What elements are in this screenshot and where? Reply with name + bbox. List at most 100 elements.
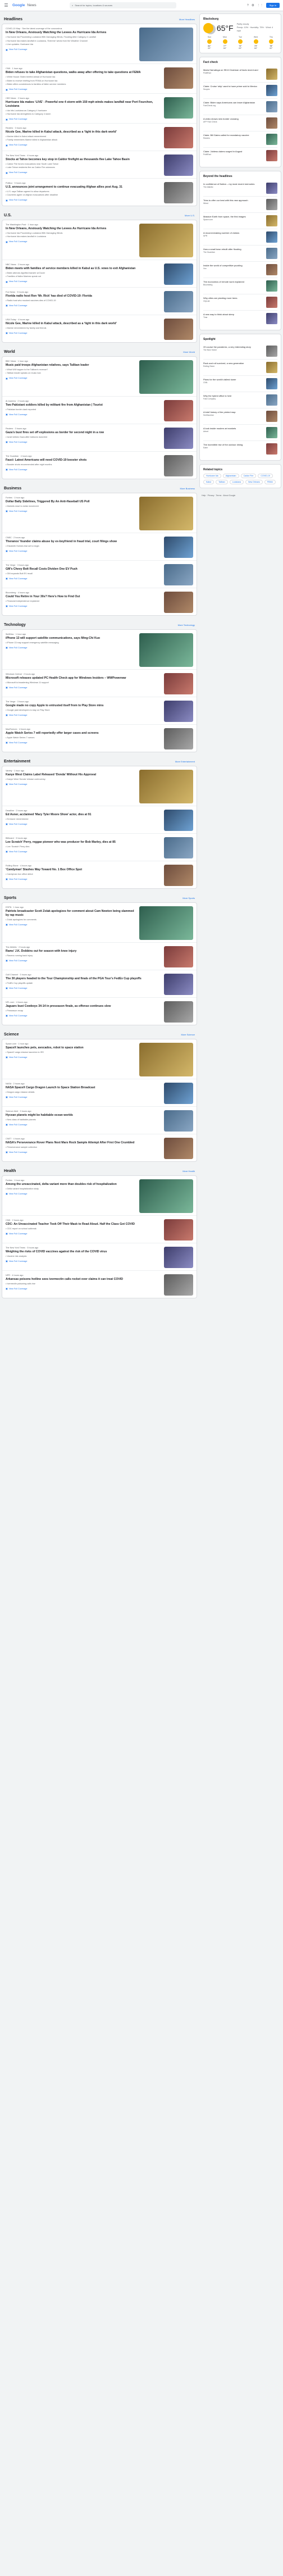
story-image[interactable]: [164, 864, 193, 886]
related-link[interactable]: Ivermectin poisoning calls rise: [6, 1283, 161, 1286]
story-image[interactable]: [164, 455, 193, 476]
story-headline[interactable]: Among the unvaccinated, delta variant mo…: [6, 1183, 136, 1187]
full-coverage-link[interactable]: ▣ View Full Coverage: [6, 88, 161, 91]
story-headline[interactable]: Stocks at Tahoe becomes key stop in Cald…: [6, 158, 161, 162]
tech-title[interactable]: Technology: [4, 623, 26, 627]
fact-check-item[interactable]: Claim: Cruise ‘ship’ used to have prime …: [203, 83, 277, 99]
story-image[interactable]: [164, 290, 193, 312]
full-coverage-link[interactable]: ▣ View Full Coverage: [6, 1260, 161, 1263]
related-link[interactable]: Radio host who mocked vaccines dies of C…: [6, 299, 161, 303]
story-image[interactable]: [139, 1042, 193, 1076]
story-headline[interactable]: Music paid troops Afghanistan relatives,…: [6, 364, 136, 367]
story-image[interactable]: [164, 263, 193, 285]
story-image[interactable]: [139, 769, 193, 803]
story-image[interactable]: [164, 673, 193, 694]
story-source[interactable]: The New York Times · 4 hours ago: [6, 155, 161, 157]
business-title[interactable]: Business: [4, 487, 21, 490]
weather-card[interactable]: Blacksburg 65°F Partly cloudy Precip: 10% ·…: [199, 13, 281, 53]
full-coverage-link[interactable]: ▣ View Full Coverage: [6, 118, 161, 121]
story-headline[interactable]: Hurricane Ida makes ‘LIVE’ - Powerful on…: [6, 101, 161, 108]
related-link[interactable]: Candyman box office debut: [6, 873, 161, 876]
story-image[interactable]: [164, 67, 193, 89]
story-image[interactable]: [164, 1219, 193, 1241]
story-source[interactable]: NFL.com · 4 hours ago: [6, 1001, 161, 1003]
full-coverage-link[interactable]: ▣ View Full Coverage: [6, 1096, 161, 1099]
story-image[interactable]: [164, 728, 193, 749]
story-image[interactable]: [164, 1246, 193, 1268]
help-icon[interactable]: ?: [247, 4, 249, 7]
spotlight-item[interactable]: A brief history of the printed map Smiths…: [203, 408, 277, 425]
full-coverage-link[interactable]: ▣ View Full Coverage: [6, 240, 136, 243]
spotlight-item[interactable]: Why the hybrid office is here Fast Compan…: [203, 392, 277, 408]
story-image[interactable]: [139, 28, 193, 61]
story-source[interactable]: CNET · 4 hours ago: [6, 1138, 161, 1140]
story-source[interactable]: Science Alert · 3 hours ago: [6, 1110, 161, 1112]
story-source[interactable]: USA Today · 4 hours ago: [6, 319, 161, 321]
full-coverage-link[interactable]: ▣ View Full Coverage: [6, 959, 161, 962]
related-link[interactable]: New class of habitable planets: [6, 1119, 161, 1122]
story-headline[interactable]: NASA’s Perseverance Rover Plans Next Mar…: [6, 1141, 161, 1145]
story-headline[interactable]: ‘Candyman’ Slashes Way Toward No. 1 Box …: [6, 868, 161, 872]
beyond-headlines-item[interactable]: Tries to offer our best with this new ap…: [203, 197, 277, 213]
spotlight-item[interactable]: The incredible rise of the outdoor dinin…: [203, 441, 277, 457]
story-headline[interactable]: The 30 players headed to the Tour Champi…: [6, 977, 161, 981]
forecast-day[interactable]: Wed 79° 66°: [250, 36, 262, 49]
story-image[interactable]: [164, 536, 193, 558]
related-link[interactable]: Live updates: Hurricane Ida: [6, 43, 136, 47]
forecast-day[interactable]: Mon 77° 66°: [219, 36, 231, 49]
full-coverage-link[interactable]: ▣ View Full Coverage: [6, 304, 161, 307]
story-headline[interactable]: In New Orleans, Anxiously Watching the L…: [6, 31, 136, 35]
related-link[interactable]: Biden attends dignified transfer at Dove…: [6, 272, 161, 275]
related-link[interactable]: Family remembers Marine killed in Afghan…: [6, 139, 161, 142]
story-source[interactable]: Forbes · 1 hour ago: [6, 1179, 136, 1182]
menu-icon[interactable]: ☰: [3, 3, 9, 8]
related-link[interactable]: Hurricane Ida strengthens to Category 4 …: [6, 113, 161, 116]
story-headline[interactable]: Gaza’s bust fires set off explosions as …: [6, 431, 161, 435]
us-title[interactable]: U.S.: [4, 213, 12, 217]
full-coverage-link[interactable]: ▣ View Full Coverage: [6, 1123, 161, 1126]
story-image[interactable]: [164, 591, 193, 613]
fact-check-item[interactable]: Claim: Biden says Americans can leave Af…: [203, 99, 277, 115]
full-coverage-link[interactable]: ▣ View Full Coverage: [6, 144, 161, 147]
full-coverage-link[interactable]: ▣ View Full Coverage: [6, 714, 161, 717]
story-image[interactable]: [139, 223, 193, 257]
topic-chip[interactable]: Taliban: [216, 480, 228, 484]
story-headline[interactable]: Two Pakistani soldiers killed by militan…: [6, 403, 161, 407]
related-link[interactable]: U.S. says Taliban agreed to allow depart…: [6, 190, 161, 194]
story-headline[interactable]: Hycean planets might be habitable ocean …: [6, 1114, 161, 1117]
full-coverage-link[interactable]: ▣ View Full Coverage: [6, 1287, 161, 1291]
more-health-link[interactable]: More Health: [182, 1170, 195, 1173]
story-headline[interactable]: Kanye West Claims Label Released ‘Donda’…: [6, 773, 136, 777]
related-link[interactable]: Israel strikes Gaza after balloons launc…: [6, 436, 161, 439]
related-link[interactable]: Kanye West ‘Donda’ release controversy: [6, 778, 136, 782]
sign-in-button[interactable]: Sign in: [266, 3, 280, 8]
sports-title[interactable]: Sports: [4, 896, 16, 900]
full-coverage-link[interactable]: ▣ View Full Coverage: [6, 850, 161, 853]
story-headline[interactable]: Ed Asner, acclaimed ‘Mary Tyler Moore Sh…: [6, 813, 161, 817]
story-headline[interactable]: Could You Retire in Your 30s? Here’s How…: [6, 595, 161, 599]
related-link[interactable]: Ed Asner remembered: [6, 818, 161, 821]
story-image[interactable]: [164, 1110, 193, 1132]
story-source[interactable]: Forbes · 1 hour ago: [6, 497, 136, 499]
topic-chip[interactable]: Kabul: [203, 480, 214, 484]
google-news-logo[interactable]: Google News: [12, 3, 66, 7]
story-headline[interactable]: Nicole Gee, Marine killed in Kabul attac…: [6, 322, 161, 326]
world-title[interactable]: World: [4, 350, 15, 354]
full-coverage-link[interactable]: ▣ View Full Coverage: [6, 440, 161, 444]
related-link[interactable]: Marine killed in Kabul attack remembered: [6, 135, 161, 139]
story-headline[interactable]: iPhone 13 will support satellite communi…: [6, 637, 136, 640]
story-headline[interactable]: Rams’ J.K. Dobbins out for season with k…: [6, 949, 161, 953]
topic-chip[interactable]: New Orleans: [245, 480, 263, 484]
story-source[interactable]: Golf Channel · 3 hours ago: [6, 974, 161, 976]
story-headline[interactable]: Google made no copy Apple to entrusted i…: [6, 704, 161, 708]
story-headline[interactable]: Jaguars bust Cowboys 34-14 in preseason …: [6, 1005, 161, 1008]
story-headline[interactable]: Theranos’ founder claims abuse by ex-boy…: [6, 540, 161, 544]
story-image[interactable]: [164, 126, 193, 148]
story-source[interactable]: Reuters · 3 hours ago: [6, 127, 161, 129]
related-link[interactable]: Hurricane Ida makes landfall in Louisian…: [6, 40, 136, 43]
full-coverage-link[interactable]: ▣ View Full Coverage: [6, 646, 136, 649]
story-image[interactable]: [164, 318, 193, 340]
related-link[interactable]: FedEx Cup playoffs update: [6, 982, 161, 985]
story-source[interactable]: NPR · 4 hours ago: [6, 1274, 161, 1276]
spotlight-item[interactable]: A look inside modern art markets Artnet: [203, 425, 277, 441]
